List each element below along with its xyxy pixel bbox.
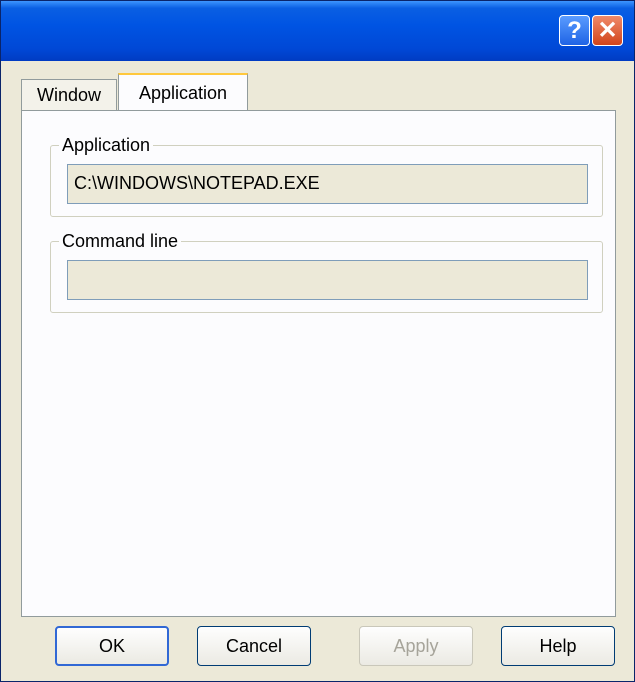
apply-button[interactable]: Apply xyxy=(359,626,473,666)
title-bar[interactable]: ? ✕ xyxy=(1,1,634,61)
properties-dialog: ? ✕ Window Application Application C:\WI… xyxy=(0,0,635,682)
close-icon[interactable]: ✕ xyxy=(592,15,623,46)
tab-window[interactable]: Window xyxy=(21,79,117,111)
tab-panel-application: Application C:\WINDOWS\NOTEPAD.EXE Comma… xyxy=(21,110,616,617)
application-group-label: Application xyxy=(59,134,154,156)
help-icon[interactable]: ? xyxy=(559,15,590,46)
dialog-buttons: OK Cancel Apply Help xyxy=(1,626,634,666)
command-line-field[interactable] xyxy=(67,260,588,300)
tab-application[interactable]: Application xyxy=(118,73,248,111)
application-group: Application C:\WINDOWS\NOTEPAD.EXE xyxy=(50,134,603,217)
ok-button[interactable]: OK xyxy=(55,626,169,666)
cancel-button[interactable]: Cancel xyxy=(197,626,311,666)
application-path-field[interactable]: C:\WINDOWS\NOTEPAD.EXE xyxy=(67,164,588,204)
command-line-group: Command line xyxy=(50,230,603,313)
help-button[interactable]: Help xyxy=(501,626,615,666)
command-line-group-label: Command line xyxy=(59,230,182,252)
